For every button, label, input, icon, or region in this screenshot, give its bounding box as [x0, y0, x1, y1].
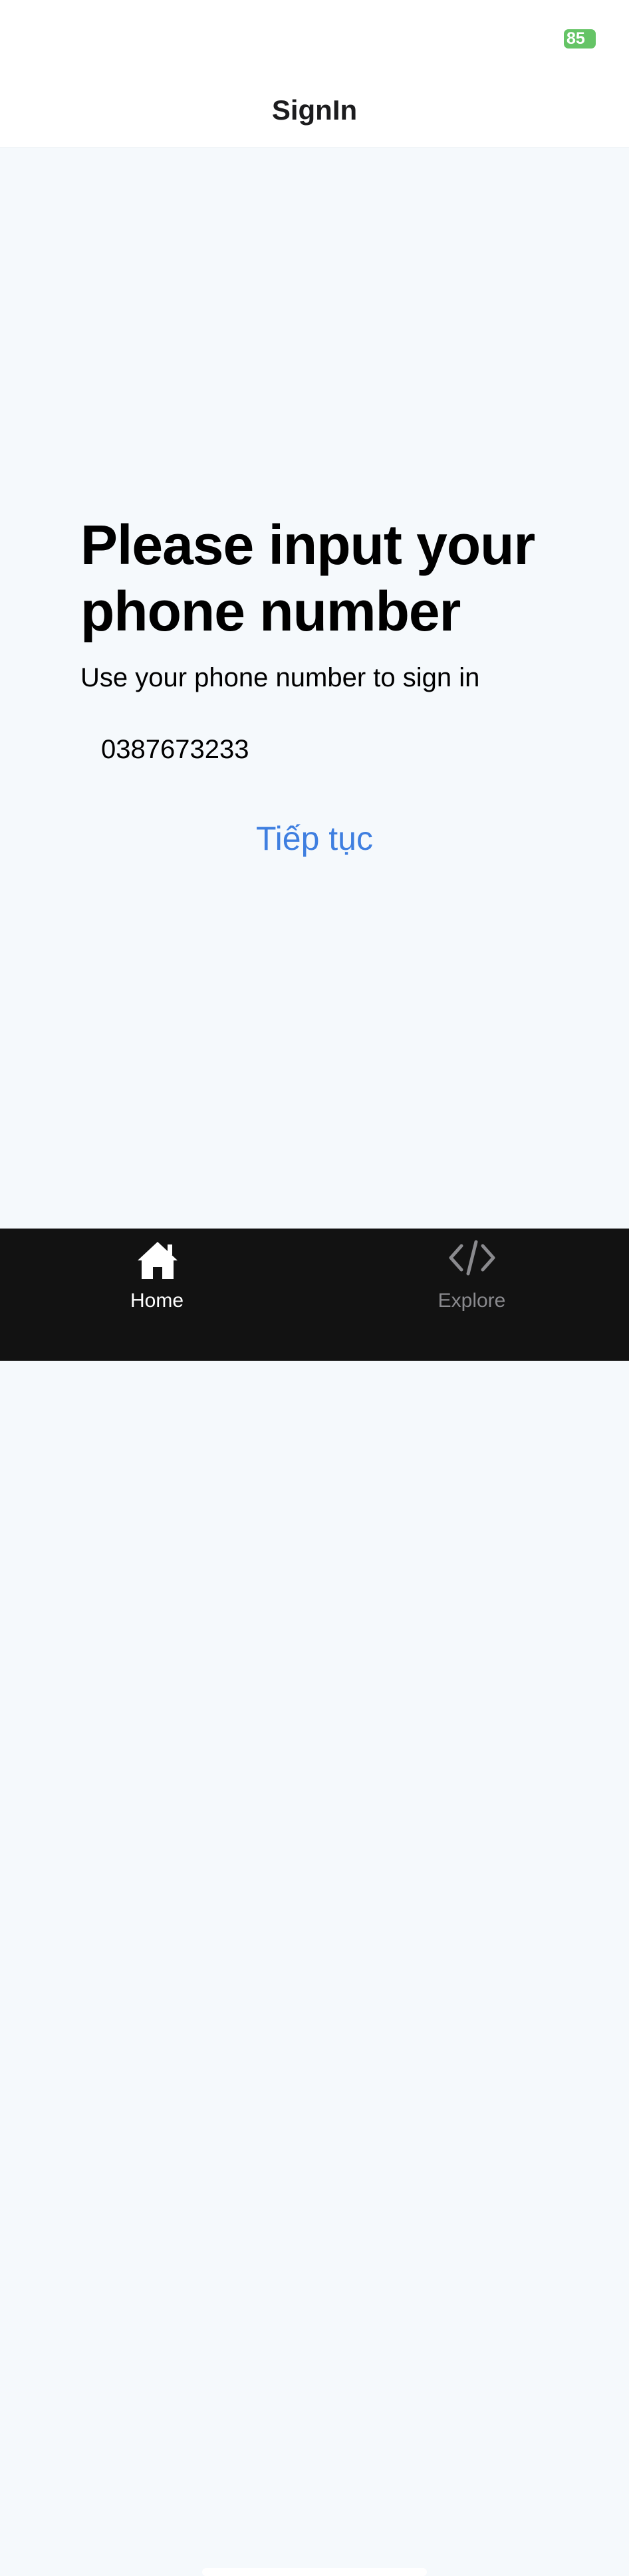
tab-explore[interactable]: Explore	[314, 1229, 629, 1328]
headline: Please input your phone number	[80, 514, 535, 643]
tab-bar: Home Explore	[0, 1229, 629, 2576]
home-icon	[137, 1242, 178, 1279]
signin-form: Please input your phone number Use your …	[0, 148, 629, 1229]
subtitle: Use your phone number to sign in	[80, 663, 480, 692]
home-indicator[interactable]	[202, 2568, 427, 2576]
status-bar: 85	[0, 0, 629, 70]
phone-number-input[interactable]	[80, 723, 559, 776]
battery-indicator: 85	[564, 29, 596, 49]
continue-button[interactable]: Tiếp tục	[0, 812, 629, 865]
tab-explore-label: Explore	[438, 1290, 506, 1312]
code-icon	[449, 1240, 495, 1276]
navigation-bar: SignIn	[0, 70, 629, 148]
page-title: SignIn	[271, 94, 358, 126]
battery-level: 85	[566, 29, 585, 48]
tab-home[interactable]: Home	[0, 1229, 314, 1328]
